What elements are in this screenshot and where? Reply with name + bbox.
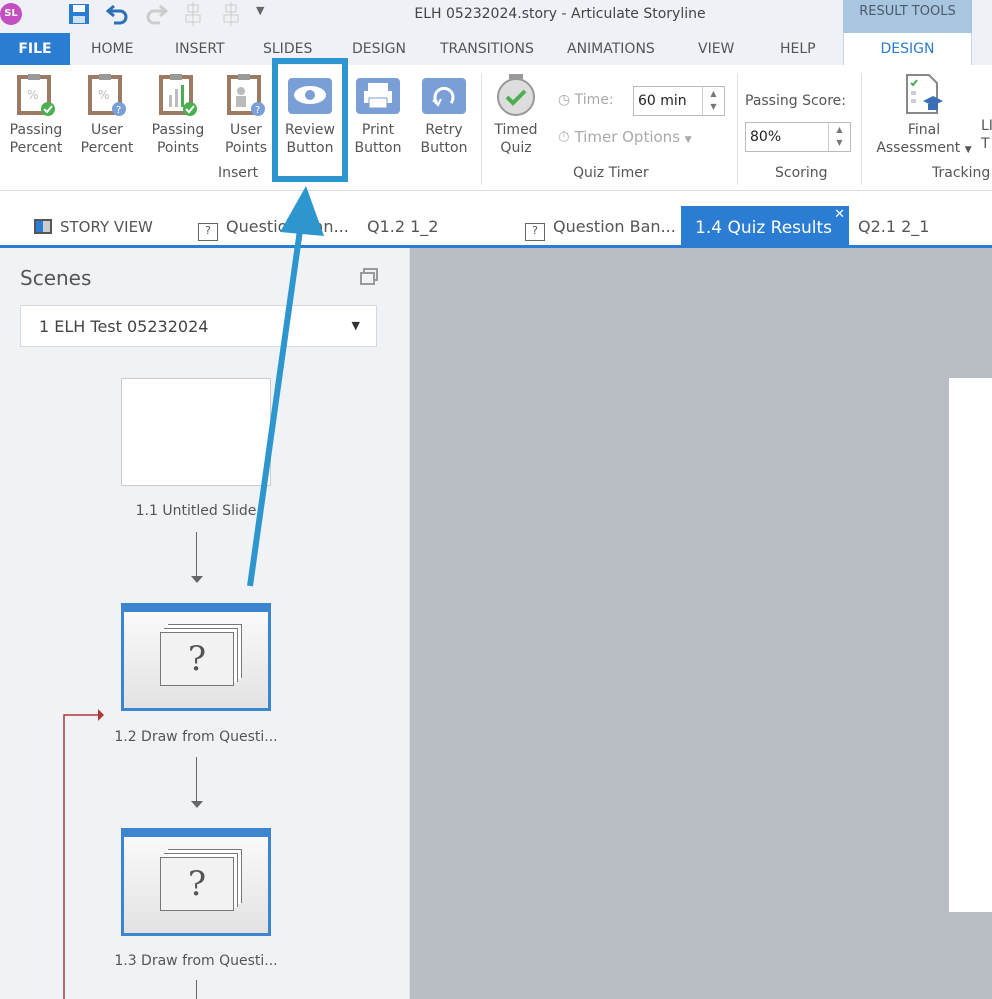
review-button-button[interactable]: Review Button <box>280 73 340 157</box>
tab-slides[interactable]: SLIDES <box>263 41 312 57</box>
time-label: ◷ Time: <box>558 92 614 108</box>
question-bank-slide-thumbnail[interactable]: ? <box>121 828 271 936</box>
svg-text:?: ? <box>255 105 260 116</box>
divider <box>861 73 862 185</box>
tab-help[interactable]: HELP <box>780 41 816 57</box>
tab-transitions[interactable]: TRANSITIONS <box>440 41 534 57</box>
final-assessment-button[interactable]: Final Assessment ▼ <box>872 73 976 159</box>
timer-options-dropdown: ⏱ Timer Options ▼ <box>558 128 692 146</box>
question-bank-slide-thumbnail[interactable]: ? <box>121 603 271 711</box>
svg-text:%: % <box>98 88 109 102</box>
tab-animations[interactable]: ANIMATIONS <box>567 41 655 57</box>
link-line <box>196 980 197 999</box>
scenes-title: Scenes <box>20 266 92 290</box>
tab-design[interactable]: DESIGN <box>352 41 406 57</box>
link-line <box>196 532 197 580</box>
assessment-icon <box>906 74 943 114</box>
tab-question-bank-2[interactable]: ? Question Ban... <box>525 217 676 241</box>
insert-group-label: Insert <box>218 165 259 181</box>
scoring-group-label: Scoring <box>775 165 828 181</box>
tab-result-design[interactable]: DESIGN <box>843 33 972 66</box>
slide-label: 1.1 Untitled Slide <box>135 503 257 519</box>
passing-score-label: Passing Score: <box>745 93 847 109</box>
retry-icon <box>422 78 466 114</box>
branch-link-line <box>63 709 104 999</box>
eye-icon <box>288 78 332 114</box>
restore-panel-icon[interactable] <box>360 268 378 286</box>
link-arrowhead <box>191 801 203 808</box>
slide-label: 1.3 Draw from Questi... <box>114 953 278 969</box>
tab-question-bank-1[interactable]: ? Question Ban... <box>198 217 349 241</box>
scene-dropdown[interactable]: 1 ELH Test 05232024 ▼ <box>20 305 377 347</box>
question-icon: ? <box>160 632 234 686</box>
chevron-down-icon: ▼ <box>351 319 360 332</box>
divider <box>737 73 738 185</box>
user-points-button[interactable]: ? User Points <box>220 73 272 157</box>
stopwatch-icon <box>497 74 535 116</box>
slide-thumbnail[interactable] <box>121 378 271 486</box>
tab-story-view[interactable]: STORY VIEW <box>34 218 153 236</box>
print-button-button[interactable]: Print Button <box>350 73 406 157</box>
clipped-tracking-button[interactable]: LI T <box>981 117 992 153</box>
time-input[interactable]: 60 min ▲ ▼ <box>633 86 725 116</box>
tracking-group-label: Tracking <box>932 165 991 181</box>
clipboard-percent-icon: % <box>17 74 55 116</box>
passing-points-button[interactable]: Passing Points <box>148 73 208 157</box>
clock-icon: ◷ <box>558 92 571 108</box>
quiz-timer-group-label: Quiz Timer <box>573 165 649 181</box>
clipboard-chart-icon <box>159 74 197 116</box>
tab-view[interactable]: VIEW <box>698 41 734 57</box>
passing-score-spinner[interactable]: ▲ ▼ <box>828 123 850 151</box>
retry-button-button[interactable]: Retry Button <box>416 73 472 157</box>
link-arrowhead <box>191 576 203 583</box>
slide-stage <box>410 248 992 999</box>
question-bank-icon: ? <box>198 223 218 241</box>
clipboard-percent-question-icon: %? <box>88 74 126 116</box>
tab-file[interactable]: FILE <box>0 33 70 65</box>
svg-text:%: % <box>27 88 38 102</box>
link-line <box>196 757 197 805</box>
close-tab-icon[interactable]: ✕ <box>834 207 845 222</box>
svg-text:?: ? <box>116 105 121 116</box>
ribbon: % Passing Percent %? User Percent Passing P… <box>0 65 992 191</box>
result-tools-context-label: RESULT TOOLS <box>843 0 972 33</box>
printer-icon <box>356 78 400 114</box>
tab-home[interactable]: HOME <box>91 41 133 57</box>
clipboard-user-icon: ? <box>227 74 265 116</box>
question-icon: ? <box>160 857 234 911</box>
passing-score-input[interactable]: 80% ▲ ▼ <box>745 122 851 152</box>
tab-q1-2[interactable]: Q1.2 1_2 <box>367 217 438 236</box>
question-bank-icon: ? <box>525 223 545 241</box>
story-view-icon <box>34 219 52 234</box>
tab-insert[interactable]: INSERT <box>175 41 225 57</box>
divider <box>481 73 482 185</box>
timer-options-icon: ⏱ <box>558 128 570 146</box>
slide-canvas[interactable] <box>949 378 992 912</box>
time-spinner[interactable]: ▲ ▼ <box>702 87 724 115</box>
tab-quiz-results[interactable]: 1.4 Quiz Results ✕ <box>681 206 849 248</box>
user-percent-button[interactable]: %? User Percent <box>78 73 136 157</box>
tab-q2-1[interactable]: Q2.1 2_1 <box>858 217 929 236</box>
timed-quiz-button[interactable]: Timed Quiz <box>490 73 542 157</box>
slide-label: 1.2 Draw from Questi... <box>114 729 278 745</box>
passing-percent-button[interactable]: % Passing Percent <box>6 73 66 157</box>
